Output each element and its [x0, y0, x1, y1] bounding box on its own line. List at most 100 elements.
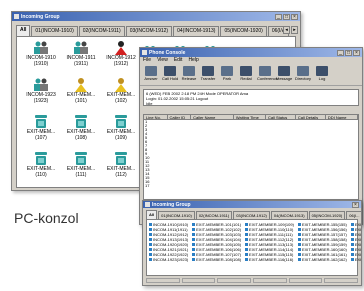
- column-call-status[interactable]: Call Status: [266, 115, 296, 119]
- phone-icon: [61, 115, 101, 129]
- toolbar-icon: [221, 66, 233, 76]
- member-column: EXIT-MEMBER-170EXIT-MEMBER-171EXIT-MEMBE…: [351, 222, 361, 273]
- menu-view[interactable]: View: [157, 57, 168, 64]
- toolbar-button-transfer[interactable]: Transfer: [200, 66, 216, 81]
- tab-group[interactable]: 03(INCOM-1912): [125, 26, 173, 36]
- column-waiting-time[interactable]: Waiting Time: [234, 115, 266, 119]
- extension-tile[interactable]: EXIT-MEM... (102): [101, 78, 141, 115]
- operator-busy-icon: [61, 78, 101, 92]
- extension-number: (110): [35, 172, 47, 178]
- tab-group[interactable]: 01(INCOM-1910): [31, 26, 78, 36]
- extension-tile[interactable]: EXIT-MEM... (109): [101, 115, 141, 152]
- column-ddi-name[interactable]: DDI Name: [326, 115, 358, 119]
- extension-tile[interactable]: INCOM-1910 (1910): [21, 41, 61, 78]
- extension-tile[interactable]: EXIT-MEM... (101): [61, 78, 101, 115]
- tab-all[interactable]: All: [146, 210, 158, 219]
- toolbar-button-redial[interactable]: Redial: [238, 66, 254, 81]
- toolbar-icon: [240, 66, 252, 76]
- toolbar-label: Message: [276, 76, 293, 81]
- toolbar-icon: [297, 66, 309, 76]
- title-bar[interactable]: Phone Console _ □ ×: [140, 48, 362, 57]
- toolbar-button-directory[interactable]: Directory: [295, 66, 311, 81]
- group-list-window: Incoming Group × All 01(INCOM-1910) 02(I…: [142, 200, 362, 286]
- extension-tile[interactable]: EXIT-MEM... (112): [101, 152, 141, 189]
- title-bar[interactable]: Incoming Group ×: [143, 201, 361, 208]
- toolbar-button-message[interactable]: Message: [276, 66, 292, 81]
- tab-group[interactable]: 03(INCOM-1912): [233, 211, 270, 219]
- tab-strip: All 01(INCOM-1910) 02(INCOM-1911) 03(INC…: [146, 210, 361, 219]
- tab-group[interactable]: 01(INCOM-1910): [158, 211, 195, 219]
- toolbar-icon: [164, 66, 176, 76]
- close-button[interactable]: ×: [291, 13, 298, 20]
- extension-number: (1911): [73, 61, 89, 67]
- phone-icon: [101, 152, 141, 166]
- list-item[interactable]: EXIT-MEMBER-108(108): [192, 257, 241, 262]
- toolbar-button-call-hold[interactable]: Call Hold: [162, 66, 178, 81]
- title-bar[interactable]: Incoming Group _ □ ×: [12, 12, 300, 21]
- extension-tile[interactable]: INCOM-1923 (1923): [21, 78, 61, 115]
- tab-group[interactable]: 05(INCOM-1920): [220, 26, 267, 36]
- column-call-details[interactable]: Call Details: [296, 115, 326, 119]
- menu-help[interactable]: Help: [188, 57, 198, 64]
- caption-label: PC-konzol: [14, 210, 79, 226]
- extension-tile[interactable]: EXIT-MEM... (108): [61, 115, 101, 152]
- minimize-button[interactable]: _: [337, 49, 344, 56]
- extension-tile[interactable]: INCOM-1911 (1911): [61, 41, 101, 78]
- toolbar-label: Answer: [144, 76, 158, 81]
- toolbar-label: Release: [181, 76, 197, 81]
- toolbar-button-log[interactable]: Log: [314, 66, 330, 81]
- toolbar-label: Transfer: [200, 76, 216, 81]
- tab-group[interactable]: 04(INCOM-1913): [173, 26, 220, 36]
- tab-group[interactable]: 04(INCOM-1913): [270, 211, 308, 219]
- extension-tile[interactable]: INCOM-1912 (1912): [101, 41, 141, 78]
- list-item[interactable]: INCOM-1923(1923): [149, 257, 188, 262]
- maximize-button[interactable]: □: [345, 49, 352, 56]
- toolbar-label: Call Hold: [162, 76, 179, 81]
- toolbar: Answer Call Hold Release Transfer Park Redial…: [140, 64, 362, 86]
- toolbar-icon: [183, 66, 195, 76]
- toolbar-label: Conference: [257, 76, 278, 81]
- tab-group[interactable]: 02(INCOM-1911): [78, 26, 125, 36]
- toolbar-button-answer[interactable]: Answer: [143, 66, 159, 81]
- list-item[interactable]: EXIT-MEMBER-177: [351, 257, 361, 262]
- minimize-button[interactable]: _: [275, 13, 282, 20]
- tab-scroll-right-icon[interactable]: ▸: [291, 26, 298, 34]
- menu-file[interactable]: File: [143, 57, 151, 64]
- toolbar-button-park[interactable]: Park: [219, 66, 235, 81]
- tab-all[interactable]: All: [16, 25, 31, 36]
- maximize-button[interactable]: □: [283, 13, 290, 20]
- list-item[interactable]: EXIT-MEMBER-116(116): [245, 257, 294, 262]
- extension-number: (1910): [33, 61, 49, 67]
- column-caller-id[interactable]: Caller ID: [168, 115, 192, 119]
- column-line-no[interactable]: Line No.: [144, 115, 168, 119]
- app-icon: [142, 50, 147, 55]
- extension-number: (109): [115, 135, 127, 141]
- window-title: Incoming Group: [21, 13, 60, 20]
- menu-edit[interactable]: Edit: [174, 57, 183, 64]
- column-caller-name[interactable]: Caller Name: [191, 115, 234, 119]
- toolbar-label: Redial: [240, 76, 252, 81]
- toolbar-label: Park: [222, 76, 232, 81]
- extension-number: (108): [75, 135, 87, 141]
- table-row[interactable]: 17: [144, 184, 358, 188]
- toolbar-button-conference[interactable]: Conference: [257, 66, 278, 81]
- extension-tile[interactable]: EXIT-MEM... (110): [21, 152, 61, 189]
- extension-number: (102): [115, 98, 127, 104]
- extension-number: (1923): [33, 98, 49, 104]
- operator-group-icon: [21, 78, 61, 92]
- phone-icon: [61, 152, 101, 166]
- operator-group-icon: [61, 41, 101, 55]
- toolbar-label: Log: [318, 76, 326, 81]
- toolbar-button-release[interactable]: Release: [181, 66, 197, 81]
- list-item[interactable]: EXIT-MEMBER-162(162): [298, 257, 347, 262]
- tab-group[interactable]: 05(INCOM-1920): [308, 211, 346, 219]
- extension-tile[interactable]: EXIT-MEM... (111): [61, 152, 101, 189]
- extension-tile[interactable]: EXIT-MEM... (107): [21, 115, 61, 152]
- close-button[interactable]: ×: [352, 201, 359, 208]
- toolbar-icon: [202, 66, 214, 76]
- tab-group[interactable]: 06(I...: [346, 211, 361, 219]
- tab-group[interactable]: 02(INCOM-1911): [195, 211, 233, 219]
- group-member-list: INCOM-1910(1910) INCOM-1911(1911) INCOM-19…: [146, 219, 361, 276]
- close-button[interactable]: ×: [353, 49, 360, 56]
- tab-scroll-left-icon[interactable]: ◂: [283, 26, 290, 34]
